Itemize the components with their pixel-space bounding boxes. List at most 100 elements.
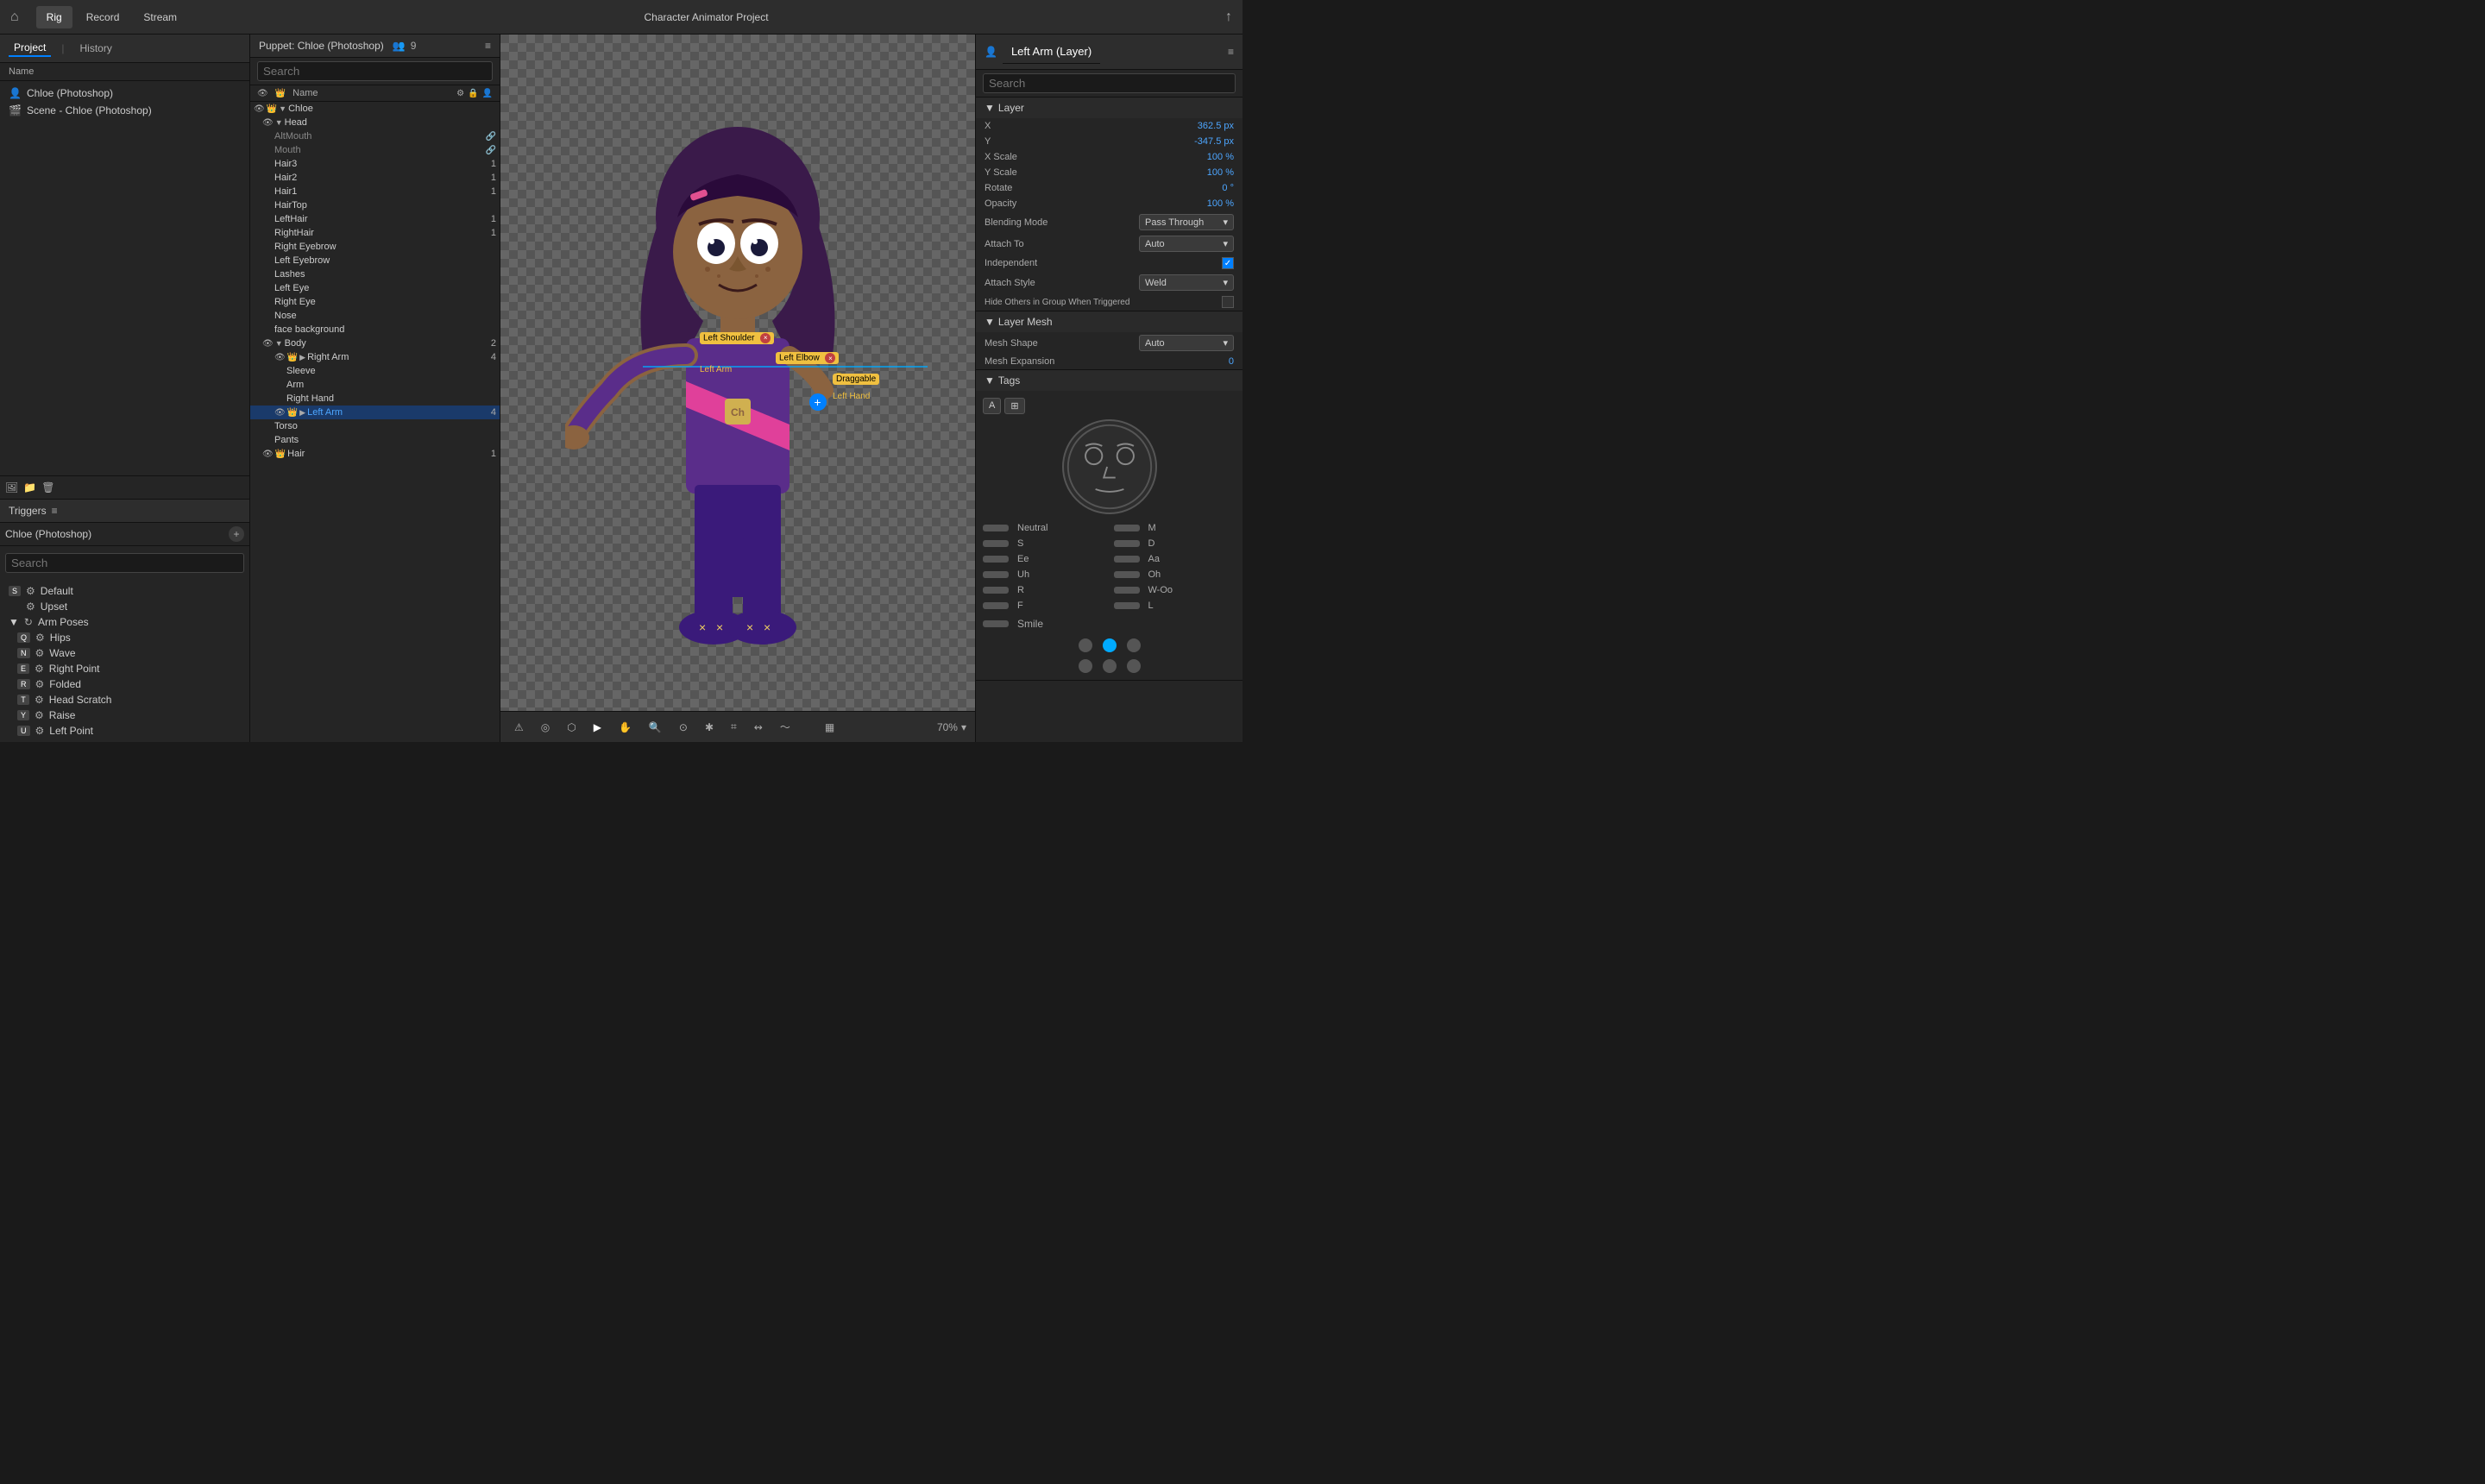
prop-value[interactable]: 362.5 px [1198,121,1234,131]
project-panel-header: Project | History [0,35,249,63]
pointer-tool[interactable]: ▶ [588,718,607,737]
triggers-add-icon[interactable]: + [229,526,244,542]
attach-to-dropdown[interactable]: Auto ▾ [1139,236,1234,252]
prop-value[interactable]: -347.5 px [1194,136,1234,147]
tree-item-left-eyebrow[interactable]: Left Eyebrow [250,254,500,267]
tag-btn-a[interactable]: A [983,398,1001,414]
hide-others-checkbox[interactable] [1222,296,1234,308]
tree-item-lashes[interactable]: Lashes [250,267,500,281]
new-item-icon[interactable]: 🖼 [5,481,18,494]
tree-item-hair[interactable]: 👁 👑 Hair 1 [250,447,500,461]
tree-item-right-eye[interactable]: Right Eye [250,295,500,309]
triggers-search-input[interactable] [5,553,244,573]
independent-checkbox[interactable]: ✓ [1222,257,1234,269]
tree-item-hair1[interactable]: Hair1 1 [250,185,500,198]
blending-mode-dropdown[interactable]: Pass Through ▾ [1139,214,1234,230]
tree-item-chloe[interactable]: 👁 👑 ▼ Chloe [250,102,500,116]
tag-btn-grid[interactable]: ⊞ [1004,398,1024,414]
puppet-menu-icon[interactable]: ≡ [485,40,491,52]
tree-item-altmouth[interactable]: AltMouth 🔗 [250,129,500,143]
canvas-area[interactable]: Ch [500,35,975,711]
record-tool[interactable]: ⊙ [674,718,693,737]
tree-item-face-background[interactable]: face background [250,323,500,336]
tree-item-right-hand[interactable]: Right Hand [250,392,500,406]
tree-item-hairtop[interactable]: HairTop [250,198,500,212]
triggers-menu-icon[interactable]: ≡ [52,505,58,517]
pentagon-tool[interactable]: ⬡ [562,718,581,737]
delete-icon[interactable]: 🗑 [41,481,54,494]
tab-history[interactable]: History [74,41,116,56]
magnifier-tool[interactable]: 🔍 [644,718,667,737]
puppet-search-input[interactable] [257,61,493,81]
hand-tool[interactable]: ✋ [613,718,637,737]
props-menu-icon[interactable]: ≡ [1228,46,1234,58]
project-item-chloe[interactable]: 👤 Chloe (Photoshop) [3,85,246,102]
prop-value[interactable]: 100 % [1207,198,1234,209]
folder-icon[interactable]: 📁 [23,481,36,494]
trigger-head-scratch[interactable]: T ⚙ Head Scratch [12,692,246,707]
trigger-wave[interactable]: N ⚙ Wave [12,645,246,661]
nav-record[interactable]: Record [76,6,130,28]
prop-label: Mesh Expansion [985,356,1225,367]
warning-icon[interactable]: ⚠ [509,718,529,737]
chevron-down-icon: ▾ [1223,277,1228,288]
export-icon[interactable]: ↑ [1225,9,1232,25]
circle-tool[interactable]: ◎ [536,718,555,737]
props-search-input[interactable] [983,73,1236,93]
prop-value[interactable]: 0 [1229,356,1234,367]
trigger-raise[interactable]: Y ⚙ Raise [12,707,246,723]
tree-item-sleeve[interactable]: Sleeve [250,364,500,378]
bone-tool[interactable]: ✱ [700,718,719,737]
viseme-dot-active[interactable] [1103,638,1117,652]
tree-item-torso[interactable]: Torso [250,419,500,433]
layer-mesh-header[interactable]: ▼ Layer Mesh [976,311,1242,332]
viseme-label: D [1148,538,1155,549]
right-point-icon: ⚙ [35,663,44,675]
tree-item-nose[interactable]: Nose [250,309,500,323]
trigger-folded[interactable]: R ⚙ Folded [12,676,246,692]
tab-project[interactable]: Project [9,40,51,57]
tree-item-body[interactable]: 👁 ▼ Body 2 [250,336,500,350]
tree-item-head[interactable]: 👁 ▼ Head [250,116,500,129]
tree-item-left-eye[interactable]: Left Eye [250,281,500,295]
zoom-dropdown-icon[interactable]: ▾ [961,721,966,733]
viseme-dot-3[interactable] [1103,659,1117,673]
attach-style-dropdown[interactable]: Weld ▾ [1139,274,1234,291]
project-item-scene[interactable]: 🎬 Scene - Chloe (Photoshop) [3,102,246,119]
viseme-ee: Ee [983,552,1105,566]
home-icon[interactable]: ⌂ [10,9,19,25]
nav-rig[interactable]: Rig [36,6,72,28]
prop-value[interactable]: 100 % [1207,167,1234,178]
viseme-f: F [983,599,1105,613]
tree-item-righthair[interactable]: RightHair 1 [250,226,500,240]
tree-item-arm[interactable]: Arm [250,378,500,392]
viseme-dot-4[interactable] [1127,638,1141,652]
tree-item-mouth[interactable]: Mouth 🔗 [250,143,500,157]
tree-item-lefthair[interactable]: LeftHair 1 [250,212,500,226]
viseme-dot-1[interactable] [1079,638,1092,652]
prop-value[interactable]: 0 ° [1222,183,1234,193]
tags-header[interactable]: ▼ Tags [976,370,1242,391]
tree-item-right-eyebrow[interactable]: Right Eyebrow [250,240,500,254]
trigger-hips[interactable]: Q ⚙ Hips [12,630,246,645]
tree-item-pants[interactable]: Pants [250,433,500,447]
viseme-dot-5[interactable] [1127,659,1141,673]
mesh-tool[interactable]: ⌗ [726,717,742,737]
trigger-right-point[interactable]: E ⚙ Right Point [12,661,246,676]
physics-tool[interactable]: 〜 [775,716,796,738]
grid-view[interactable]: ▦ [820,718,840,737]
prop-value[interactable]: 100 % [1207,152,1234,162]
trigger-upset[interactable]: ⚙ Upset [3,599,246,614]
trigger-arm-poses-group[interactable]: ▼ ↻ Arm Poses [3,614,246,630]
warp-tool[interactable]: ↭ [749,718,768,737]
tree-item-hair2[interactable]: Hair2 1 [250,171,500,185]
tree-item-right-arm[interactable]: 👁 👑 ▶ Right Arm 4 [250,350,500,364]
viseme-dot-2[interactable] [1079,659,1092,673]
trigger-default[interactable]: S ⚙ Default [3,583,246,599]
trigger-left-point[interactable]: U ⚙ Left Point [12,723,246,739]
mesh-shape-dropdown[interactable]: Auto ▾ [1139,335,1234,351]
tree-item-hair3[interactable]: Hair3 1 [250,157,500,171]
nav-stream[interactable]: Stream [133,6,187,28]
layer-section-header[interactable]: ▼ Layer [976,97,1242,118]
tree-item-left-arm[interactable]: 👁 👑 ▶ Left Arm 4 [250,406,500,419]
